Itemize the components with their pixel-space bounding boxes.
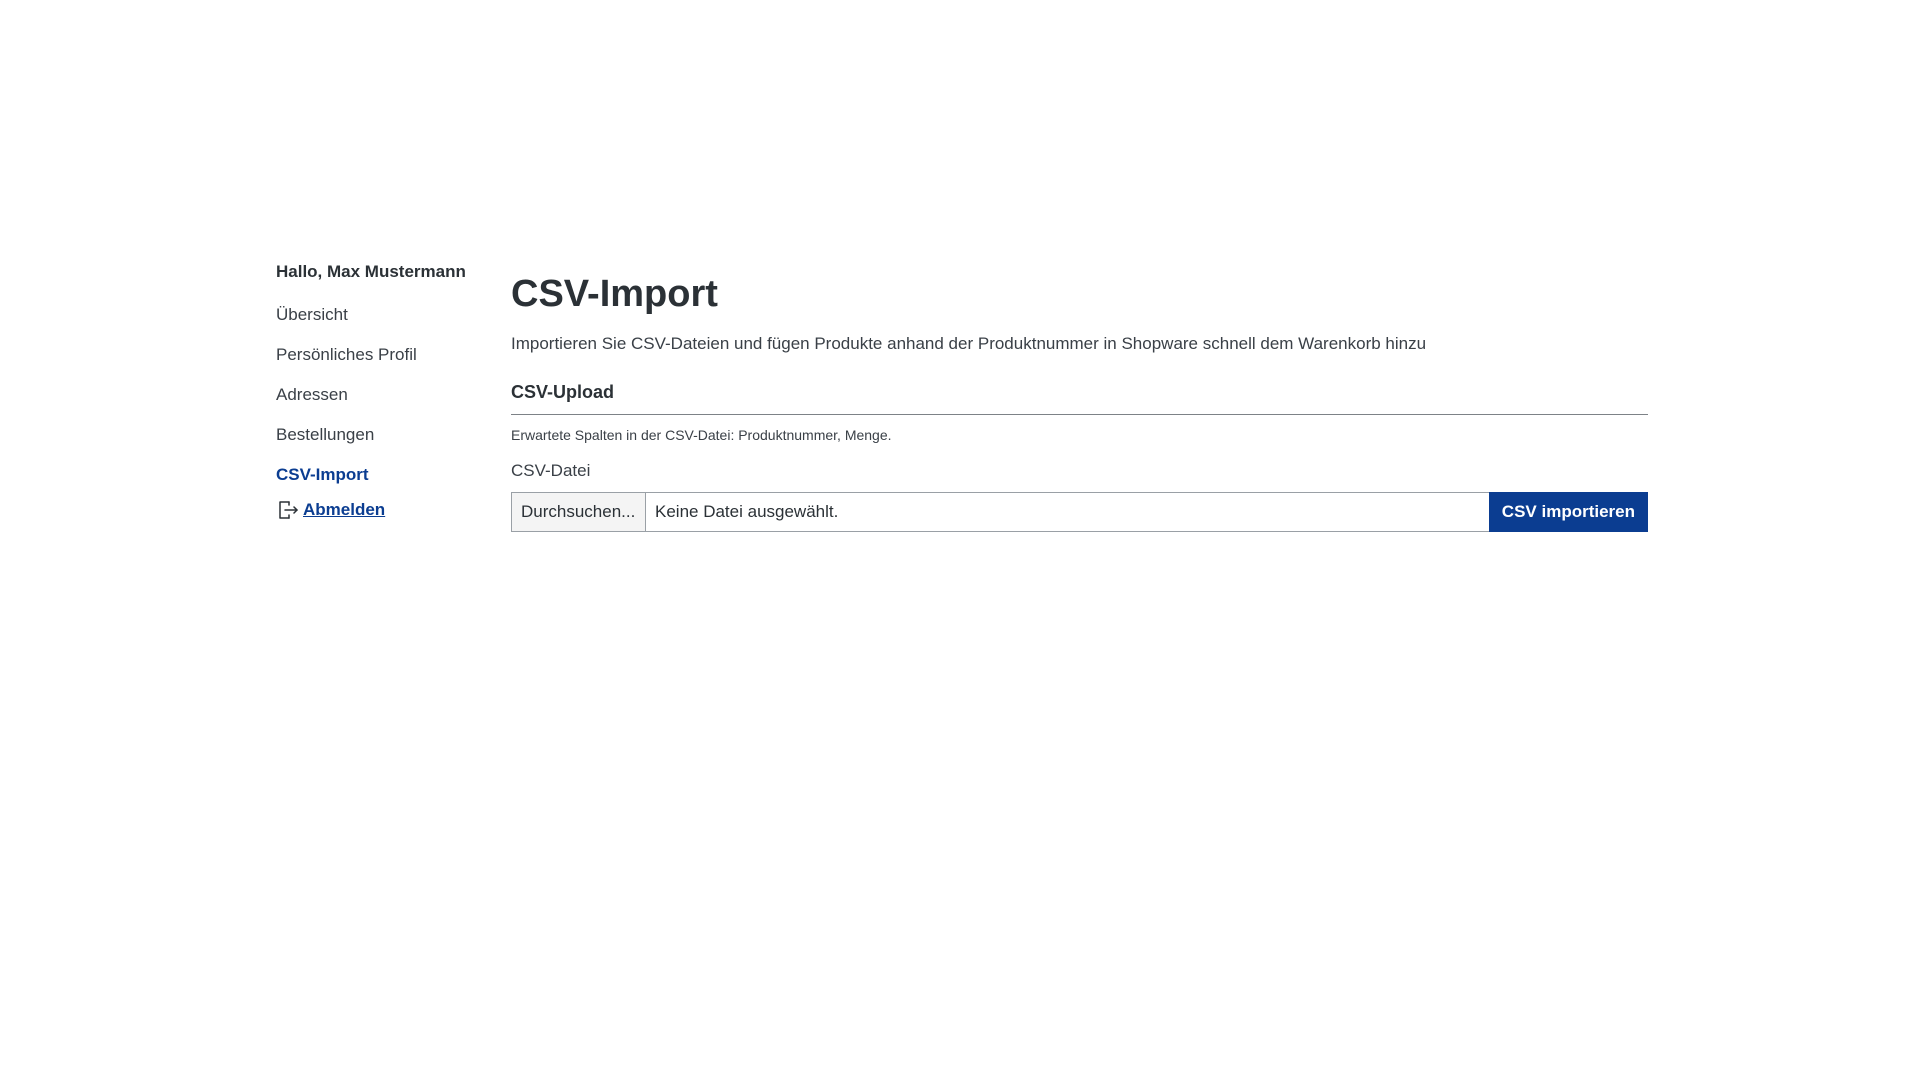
logout-row[interactable]: Abmelden bbox=[276, 497, 511, 523]
csv-upload-section: CSV-Upload Erwartete Spalten in der CSV-… bbox=[511, 380, 1648, 532]
page-title: CSV-Import bbox=[511, 273, 718, 315]
sidebar-item-addresses[interactable]: Adressen bbox=[276, 383, 511, 407]
import-csv-button[interactable]: CSV importieren bbox=[1488, 492, 1648, 532]
sidebar-item-orders[interactable]: Bestellungen bbox=[276, 423, 511, 447]
file-status: Keine Datei ausgewählt. bbox=[655, 502, 839, 521]
account-nav: Übersicht Persönliches Profil Adressen B… bbox=[276, 303, 511, 487]
section-title: CSV-Upload bbox=[511, 380, 1648, 415]
sidebar-item-overview[interactable]: Übersicht bbox=[276, 303, 511, 327]
main-content: CSV-Import Importieren Sie CSV-Dateien u… bbox=[511, 260, 1652, 532]
sidebar-item-profile[interactable]: Persönliches Profil bbox=[276, 343, 511, 367]
logout-link[interactable]: Abmelden bbox=[303, 500, 385, 520]
logout-icon bbox=[276, 498, 300, 522]
columns-hint: Erwartete Spalten in der CSV-Datei: Prod… bbox=[511, 427, 892, 443]
sidebar-item-csv-import[interactable]: CSV-Import bbox=[276, 463, 511, 487]
page-intro: Importieren Sie CSV-Dateien und fügen Pr… bbox=[511, 334, 1427, 353]
upload-row: Durchsuchen... Keine Datei ausgewählt. C… bbox=[511, 492, 1648, 532]
csv-file-label: CSV-Datei bbox=[511, 461, 591, 480]
csv-file-input[interactable]: Durchsuchen... Keine Datei ausgewählt. bbox=[511, 492, 1489, 532]
account-layout: Hallo, Max Mustermann Übersicht Persönli… bbox=[276, 260, 1652, 532]
greeting: Hallo, Max Mustermann bbox=[276, 262, 466, 281]
account-sidebar: Hallo, Max Mustermann Übersicht Persönli… bbox=[276, 260, 511, 532]
browse-button[interactable]: Durchsuchen... bbox=[512, 493, 646, 531]
